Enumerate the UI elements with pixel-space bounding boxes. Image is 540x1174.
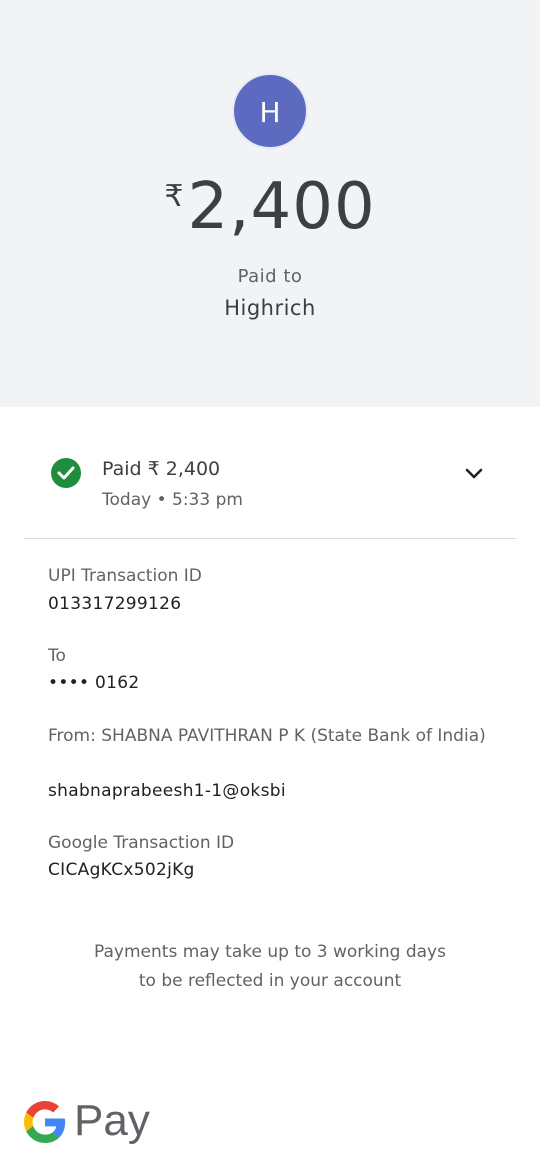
currency-symbol: ₹: [164, 179, 184, 214]
amount-display: ₹2,400: [0, 170, 540, 244]
settlement-note-line-1: Payments may take up to 3 working days: [94, 942, 446, 962]
status-title: Paid ₹ 2,400: [102, 458, 221, 480]
payment-status-row[interactable]: Paid ₹ 2,400 Today • 5:33 pm: [0, 450, 540, 520]
pay-wordmark: Pay: [74, 1096, 150, 1145]
payment-summary-panel: H ₹2,400 Paid to Highrich: [0, 0, 540, 407]
google-transaction-id-label: Google Transaction ID: [48, 833, 235, 853]
paid-to-label: Paid to: [237, 266, 303, 287]
payee-name: Highrich: [224, 296, 316, 320]
settlement-note: Payments may take up to 3 working days t…: [70, 938, 470, 996]
divider: [24, 538, 516, 539]
google-transaction-id-value[interactable]: CICAgKCx502jKg: [48, 860, 195, 880]
check-circle-icon: [51, 458, 81, 488]
chevron-down-icon[interactable]: [462, 462, 486, 486]
from-label: From: SHABNA PAVITHRAN P K (State Bank o…: [48, 726, 486, 746]
upi-transaction-id-label: UPI Transaction ID: [48, 566, 202, 586]
settlement-note-line-2: to be reflected in your account: [138, 971, 402, 991]
amount-value: 2,400: [187, 170, 376, 244]
payee-avatar: H: [232, 73, 308, 149]
google-g-icon: [24, 1101, 66, 1143]
to-account-value: •••• 0162: [48, 673, 140, 693]
from-upi-id-value[interactable]: shabnaprabeesh1-1@oksbi: [48, 781, 286, 801]
upi-transaction-id-value[interactable]: 013317299126: [48, 594, 181, 614]
status-timestamp: Today • 5:33 pm: [102, 490, 243, 510]
to-label: To: [48, 646, 66, 666]
